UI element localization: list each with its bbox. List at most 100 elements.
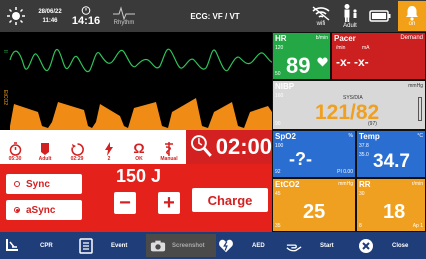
sync-button[interactable]: Sync — [6, 174, 82, 194]
timer-text: 14:16 — [71, 15, 101, 27]
rr-title: RR — [359, 180, 371, 189]
ecg-title: ECG: VF / VT — [190, 11, 240, 21]
start-button[interactable]: Start — [286, 234, 354, 257]
energy-increase-button[interactable]: + — [158, 192, 180, 214]
rr-panel[interactable]: RR r/min 30 8 18 Ap 1 — [356, 178, 426, 232]
bottom-bar: CPR Event Screenshot AED Start Close — [0, 232, 426, 259]
charge-button[interactable]: Charge — [192, 188, 268, 212]
pacer-value: -x- -x- — [336, 55, 369, 69]
rr-apnea: Ap 1 — [412, 223, 423, 229]
cpr-timer-item[interactable]: 02:29 — [64, 132, 90, 162]
nibp-panel[interactable]: NIBP mmHg 160 90 SYS/DIA 121/82 (97) — [272, 80, 426, 130]
wifi-label: wifi — [316, 21, 326, 27]
timer-display[interactable]: 14:16 — [68, 1, 104, 31]
brightness-icon — [7, 7, 25, 25]
mode-item[interactable]: Manual — [156, 132, 182, 162]
spo2-panel[interactable]: SpO2 % 100 92 -?- PI 0.00 — [272, 130, 356, 178]
rhythm-button[interactable]: Rhythm — [108, 1, 140, 31]
date-time-display: 28/06/22 11:46 — [34, 1, 66, 31]
nibp-unit: mmHg — [408, 83, 423, 89]
rhythm-icon — [113, 6, 135, 20]
start-label: Start — [320, 242, 334, 249]
elapsed-time-text: 05:30 — [8, 156, 22, 162]
waveform-area: II EtCO2 — [0, 32, 272, 130]
shock-count-text: 2 — [107, 156, 111, 162]
close-label: Close — [392, 242, 409, 249]
cpr-label: CPR — [40, 242, 53, 249]
hr-lower-limit: 50 — [275, 71, 281, 77]
temp-panel[interactable]: Temp °C 37.8 35.0 34.7 — [356, 130, 426, 178]
nibp-title: NIBP — [275, 82, 295, 91]
event-label: Event — [111, 242, 128, 249]
pacer-rate-unit: /min — [336, 45, 346, 51]
rr-value: 18 — [383, 201, 406, 223]
wifi-button[interactable]: wifi — [306, 1, 336, 31]
patient-type-button[interactable]: Adult — [336, 1, 364, 31]
brightness-button[interactable] — [2, 1, 30, 31]
impedance-item[interactable]: Ω OK — [126, 132, 152, 162]
pacer-mode: Demand — [400, 35, 423, 41]
caduceus-icon — [165, 142, 173, 156]
etco2-unit: mmHg — [338, 181, 353, 187]
pacer-panel[interactable]: Pacer Demand /min mA -x- -x- — [331, 32, 426, 80]
pad-type-item[interactable]: Adult — [32, 132, 58, 162]
alarm-label: on — [408, 21, 416, 27]
minus-icon: − — [119, 191, 131, 214]
etco2-panel[interactable]: EtCO2 mmHg 45 35 25 — [272, 178, 356, 232]
energy-decrease-button[interactable]: − — [114, 192, 136, 214]
ecg-waveform — [9, 48, 272, 73]
date-text: 28/06/22 — [38, 8, 62, 15]
etco2-upper-limit: 45 — [275, 191, 281, 197]
lightning-icon — [105, 142, 113, 156]
temp-value: 34.7 — [373, 151, 410, 172]
screenshot-button[interactable]: Screenshot — [146, 234, 216, 257]
aed-heart-icon — [218, 238, 234, 254]
spo2-upper-limit: 100 — [275, 143, 284, 149]
rr-upper-limit: 30 — [359, 191, 365, 197]
etco2-title: EtCO2 — [275, 180, 300, 189]
plus-icon: + — [163, 191, 175, 214]
wifi-icon — [312, 6, 330, 21]
stopwatch-icon — [81, 6, 91, 15]
rhythm-label: Rhythm — [113, 20, 135, 26]
spo2-lower-limit: 92 — [275, 169, 281, 175]
clock-text: 11:46 — [42, 17, 58, 24]
adult-label: Adult — [343, 23, 357, 29]
close-button[interactable]: Close — [358, 234, 424, 257]
pad-type-text: Adult — [38, 156, 52, 162]
spo2-value: -?- — [289, 149, 312, 169]
async-button[interactable]: aSync — [6, 200, 82, 220]
patient-adult-icon — [344, 4, 357, 22]
hr-unit: b/min — [315, 35, 328, 41]
cpr-button[interactable]: CPR — [4, 234, 74, 257]
nibp-gauge — [418, 97, 422, 121]
temp-lower-limit: 35.0 — [359, 152, 369, 158]
defib-panel: Sync aSync 150 J − + Charge — [0, 164, 272, 232]
spo2-pi: PI 0.00 — [337, 169, 353, 175]
elapsed-time-item[interactable]: 05:30 — [2, 132, 28, 162]
temp-unit: °C — [417, 133, 423, 139]
alarm-button[interactable]: on — [398, 1, 426, 31]
countdown-panel[interactable]: 02:00 — [186, 130, 272, 164]
rr-unit: r/min — [411, 181, 423, 187]
cpr-icon — [4, 238, 20, 254]
bell-icon — [406, 6, 418, 21]
impedance-text: OK — [135, 156, 143, 162]
event-button[interactable]: Event — [78, 234, 144, 257]
async-label: aSync — [26, 204, 56, 216]
hr-panel[interactable]: HR b/min 120 50 89 — [272, 32, 331, 80]
charge-label: Charge — [207, 192, 253, 208]
heart-icon — [317, 57, 328, 67]
shock-count-item[interactable]: 2 — [96, 132, 122, 162]
mode-text: Manual — [160, 156, 178, 162]
stopwatch-icon — [9, 142, 21, 156]
nibp-upper-limit: 160 — [275, 93, 284, 99]
etco2-lower-limit: 35 — [275, 223, 281, 229]
defib-status-strip: 05:30 Adult 02:29 2 Ω OK Manual 02:00 — [0, 130, 272, 164]
countdown-text: 02:00 — [215, 134, 272, 159]
hand-icon — [286, 238, 302, 254]
cpr-timer-icon — [70, 143, 84, 156]
aed-button[interactable]: AED — [218, 234, 280, 257]
screenshot-label: Screenshot — [172, 242, 205, 249]
impedance-icon: Ω — [133, 140, 145, 156]
